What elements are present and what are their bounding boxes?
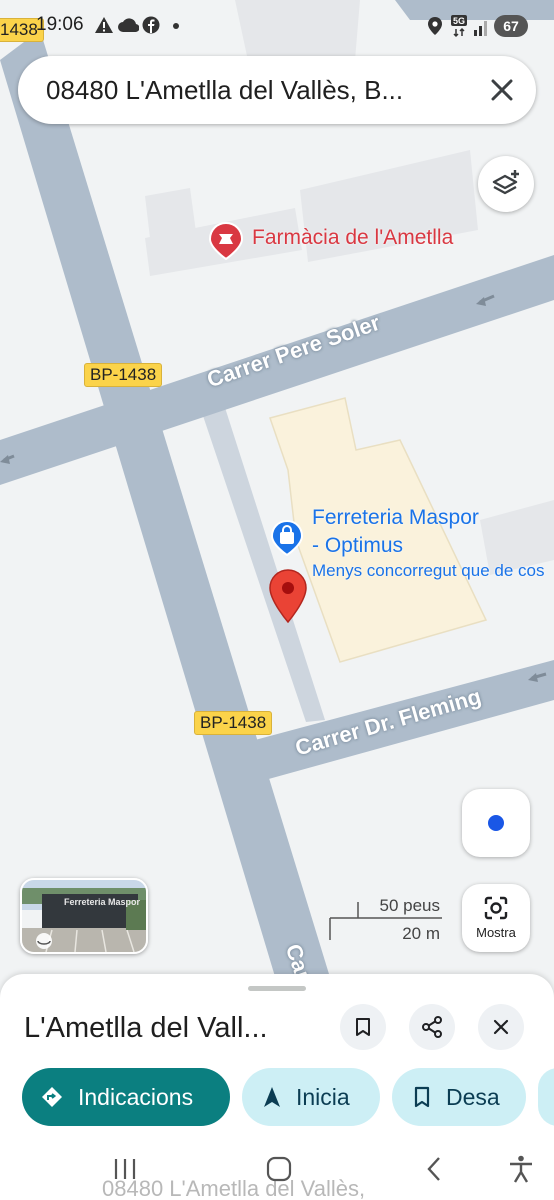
road-badge: BP-1438 <box>194 711 273 735</box>
more-actions-chip[interactable] <box>538 1068 554 1126</box>
directions-icon <box>42 1087 62 1107</box>
lens-icon <box>484 896 508 920</box>
street-view-image <box>22 880 146 952</box>
shopping-bag-icon <box>270 520 304 556</box>
poi-store-label-line2: - Optimus <box>312 534 404 557</box>
signal-5g-icon: 5G <box>451 15 487 38</box>
close-icon <box>493 1019 509 1035</box>
poi-store-label-line1: Ferreteria Maspor <box>312 506 479 529</box>
save-label: Desa <box>446 1084 500 1110</box>
notification-dot-icon <box>173 23 179 29</box>
poi-pharmacy-label: Farmàcia de l'Ametlla <box>252 226 454 249</box>
facebook-icon <box>142 16 160 34</box>
back-icon[interactable] <box>420 1154 450 1184</box>
directions-label: Indicacions <box>78 1084 194 1110</box>
road-badge: BP-1438 <box>84 363 163 387</box>
map-pin-icon[interactable] <box>268 568 308 624</box>
scale-metric: 20 m <box>402 924 440 943</box>
search-bar[interactable]: 08480 L'Ametlla del Vallès, B... <box>18 56 536 124</box>
save-button[interactable]: Desa <box>392 1068 526 1126</box>
alert-icon <box>95 17 113 33</box>
battery-indicator: 67 <box>494 15 528 37</box>
recents-icon[interactable] <box>110 1154 140 1184</box>
lens-show-label: Mostra <box>476 925 516 940</box>
street-view-sign: Ferreteria Maspor <box>64 897 141 907</box>
status-bar: 19:06 5G 67 <box>0 0 554 50</box>
share-icon <box>422 1016 442 1038</box>
layers-icon <box>492 170 519 195</box>
cloud-icon <box>118 18 139 33</box>
bookmark-icon <box>356 1018 370 1036</box>
save-bookmark-button[interactable] <box>340 1004 386 1050</box>
svg-text:5G: 5G <box>453 16 465 26</box>
system-nav-bar <box>0 1140 554 1200</box>
street-view-thumbnail[interactable]: Ferreteria Maspor <box>20 878 148 954</box>
accessibility-icon[interactable] <box>506 1154 536 1184</box>
navigation-icon <box>264 1087 280 1107</box>
poi-store-sublabel: Menys concorregut que de cos <box>312 561 545 580</box>
pharmacy-icon <box>208 222 244 260</box>
lens-show-button[interactable]: Mostra <box>462 884 530 952</box>
location-icon <box>428 17 442 35</box>
start-button[interactable]: Inicia <box>242 1068 380 1126</box>
layers-button[interactable] <box>478 156 534 212</box>
place-title: L'Ametlla del Vall... <box>24 1012 268 1044</box>
bookmark-icon <box>414 1086 430 1108</box>
directions-button[interactable]: Indicacions <box>22 1068 230 1126</box>
status-time: 19:06 <box>36 14 84 35</box>
close-icon[interactable] <box>486 74 518 106</box>
scale-imperial: 50 peus <box>379 896 441 915</box>
share-button[interactable] <box>409 1004 455 1050</box>
sheet-drag-handle[interactable] <box>248 986 306 991</box>
close-sheet-button[interactable] <box>478 1004 524 1050</box>
map-scale: 50 peus 20 m <box>328 896 444 948</box>
home-icon[interactable] <box>264 1154 294 1184</box>
start-label: Inicia <box>296 1084 350 1110</box>
search-query[interactable]: 08480 L'Ametlla del Vallès, B... <box>46 75 476 106</box>
my-location-button[interactable] <box>462 789 530 857</box>
my-location-icon <box>488 815 504 831</box>
